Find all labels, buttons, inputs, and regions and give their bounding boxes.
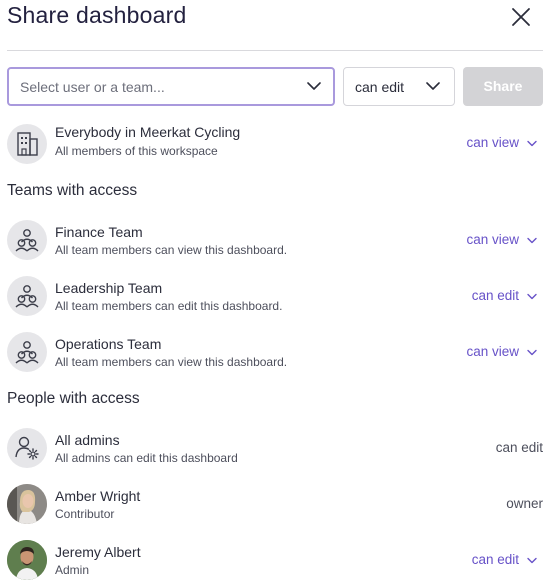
close-button[interactable]	[508, 4, 534, 30]
permission-dropdown[interactable]: can view	[466, 135, 537, 150]
chevron-down-icon	[527, 557, 537, 564]
person-row-all-admins: All admins All admins can edit this dash…	[0, 428, 549, 480]
list-item-name: Leadership Team	[55, 280, 163, 296]
permission-label: can edit	[471, 552, 519, 567]
permission-label: can edit	[471, 288, 519, 303]
list-item-name: Amber Wright	[55, 488, 141, 504]
team-row-operations: Operations Team All team members can vie…	[0, 332, 549, 384]
list-item-name: Everybody in Meerkat Cycling	[55, 124, 241, 140]
avatar	[7, 276, 47, 316]
avatar	[7, 484, 47, 524]
list-item-description: All team members can edit this dashboard…	[55, 299, 283, 313]
list-item-description: All team members can view this dashboard…	[55, 355, 288, 369]
permission-label: can view	[466, 135, 519, 150]
close-icon	[512, 8, 530, 26]
list-item-role: Admin	[55, 563, 90, 577]
user-team-select-placeholder: Select user or a team...	[20, 79, 165, 95]
chevron-down-icon	[527, 237, 537, 244]
team-row-finance: Finance Team All team members can view t…	[0, 220, 549, 272]
list-item-name: Jeremy Albert	[55, 544, 141, 560]
dialog-title: Share dashboard	[7, 2, 187, 28]
team-icon	[15, 341, 39, 364]
chevron-down-icon	[527, 349, 537, 356]
person-row-amber-wright: Amber Wright Contributor owner	[0, 484, 549, 536]
list-item-description: All admins can edit this dashboard	[55, 451, 238, 465]
list-item-role: Contributor	[55, 507, 115, 521]
avatar	[7, 540, 47, 580]
user-team-select[interactable]: Select user or a team...	[7, 67, 335, 106]
list-item-description: All team members can view this dashboard…	[55, 243, 288, 257]
header-divider	[7, 50, 543, 51]
chevron-down-icon	[426, 82, 440, 90]
list-item-name: Operations Team	[55, 336, 162, 352]
permission-dropdown[interactable]: can view	[466, 232, 537, 247]
dialog-header: Share dashboard	[0, 0, 549, 50]
person-row-jeremy-albert: Jeremy Albert Admin can edit	[0, 540, 549, 586]
building-icon	[17, 132, 38, 156]
list-item-description: All members of this workspace	[55, 144, 218, 158]
share-button[interactable]: Share	[463, 67, 543, 106]
avatar	[7, 124, 47, 164]
chevron-down-icon	[307, 82, 321, 90]
team-row-leadership: Leadership Team All team members can edi…	[0, 276, 549, 328]
permission-dropdown[interactable]: can view	[466, 344, 537, 359]
permission-label: can edit	[495, 440, 543, 455]
chevron-down-icon	[527, 293, 537, 300]
avatar	[7, 332, 47, 372]
permission-dropdown[interactable]: can edit	[472, 552, 537, 567]
permission-dropdown[interactable]: can edit	[472, 288, 537, 303]
user-photo-icon	[7, 540, 47, 580]
people-section-heading: People with access	[7, 390, 140, 407]
team-icon	[15, 229, 39, 252]
user-settings-icon	[15, 436, 39, 460]
permission-select[interactable]: can edit	[343, 67, 455, 106]
permission-label: owner	[506, 496, 543, 511]
permission-select-value: can edit	[355, 79, 405, 95]
list-item-name: Finance Team	[55, 224, 143, 240]
list-item-everybody: Everybody in Meerkat Cycling All members…	[0, 124, 549, 176]
permission-label: can view	[466, 232, 519, 247]
permission-label: can view	[466, 344, 519, 359]
user-photo-icon	[7, 484, 47, 524]
teams-section-heading: Teams with access	[7, 182, 138, 199]
list-item-name: All admins	[55, 432, 120, 448]
chevron-down-icon	[527, 140, 537, 147]
avatar	[7, 428, 47, 468]
avatar	[7, 220, 47, 260]
team-icon	[15, 285, 39, 308]
